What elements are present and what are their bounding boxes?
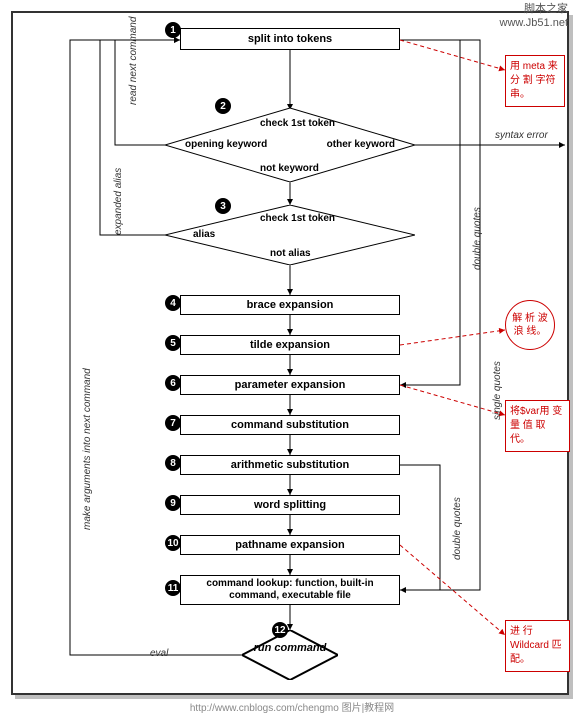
step-8-box: arithmetic substitution [180,455,400,475]
step-1-number: 1 [165,22,181,38]
step-3-left: alias [193,229,215,240]
step-6-box: parameter expansion [180,375,400,395]
step-1-box: split into tokens [180,28,400,50]
annotation-3: 将$var用 变 量 值 取代。 [505,400,570,452]
step-10-number: 10 [165,535,181,551]
annotation-4: 进 行 Wildcard 匹配。 [505,620,570,672]
step-2-top: check 1st token [260,118,335,129]
step-10-label: pathname expansion [235,539,344,551]
step-3-number: 3 [215,198,231,214]
step-5-box: tilde expansion [180,335,400,355]
step-4-label: brace expansion [247,299,334,311]
step-4-number: 4 [165,295,181,311]
annotation-2: 解 析 波 浪 线。 [505,300,555,350]
step-5-label: tilde expansion [250,339,330,351]
step-3-diamond: check 1st token alias not alias [165,205,415,265]
step-6-number: 6 [165,375,181,391]
step-12-label: run command [242,642,338,654]
step-10-box: pathname expansion [180,535,400,555]
edge-double-quotes-a: double quotes [472,207,483,270]
step-7-number: 7 [165,415,181,431]
edge-read-next: read next command [128,17,139,105]
step-1-label: split into tokens [248,33,332,45]
step-3-bottom: not alias [270,248,311,259]
step-5-number: 5 [165,335,181,351]
step-2-left: opening keyword [185,139,267,150]
step-8-label: arithmetic substitution [231,459,350,471]
diagram-root: 脚本之家 www.Jb51.net [0,0,584,716]
edge-syntax-error: syntax error [495,130,548,141]
step-6-label: parameter expansion [235,379,346,391]
step-2-number: 2 [215,98,231,114]
edge-eval: eval [150,648,168,659]
edge-make-args: make arguments into next command [82,368,93,530]
step-12-number: 12 [272,622,288,638]
step-11-label: command lookup: function, built-in comma… [185,578,395,602]
step-9-box: word splitting [180,495,400,515]
annotation-1: 用 meta 来 分 割 字符串。 [505,55,565,107]
footer-watermark: http://www.cnblogs.com/chengmo 图片|教程网 [0,699,584,714]
edge-single-quotes: single quotes [492,361,503,420]
step-2-right: other keyword [327,139,395,150]
step-4-box: brace expansion [180,295,400,315]
step-9-number: 9 [165,495,181,511]
step-2-bottom: not keyword [260,163,319,174]
step-2-diamond: check 1st token opening keyword other ke… [165,108,415,182]
step-11-box: command lookup: function, built-in comma… [180,575,400,605]
step-3-top: check 1st token [260,213,335,224]
edge-expanded-alias: expanded alias [113,168,124,235]
step-7-box: command substitution [180,415,400,435]
step-7-label: command substitution [231,419,349,431]
step-11-number: 11 [165,580,181,596]
step-12-terminator: run command [242,630,338,680]
step-8-number: 8 [165,455,181,471]
step-9-label: word splitting [254,499,326,511]
edge-double-quotes-b: double quotes [452,497,463,560]
